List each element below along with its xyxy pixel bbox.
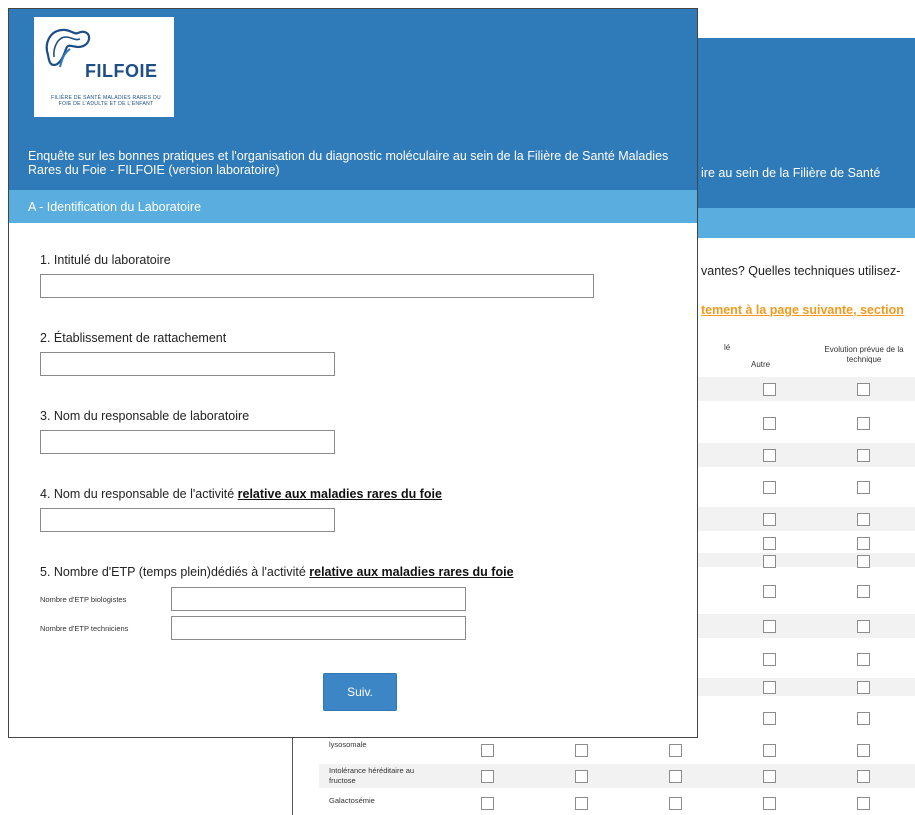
table-row-label: Intolérance héréditaire au fructose <box>329 766 415 785</box>
back-header-title: ire au sein de la Filière de Santé <box>701 166 881 180</box>
table-checkbox[interactable] <box>763 449 776 462</box>
question-4-label-text: 4. Nom du responsable de l'activité <box>40 487 238 501</box>
back-instruction-link[interactable]: tement à la page suivante, section <box>701 303 904 317</box>
section-bar: A - Identification du Laboratoire <box>9 190 697 223</box>
back-column-header-partial: lé <box>724 343 731 352</box>
filfoie-logo: FILFOIE FILIÈRE DE SANTÉ MALADIES RARES … <box>34 17 174 117</box>
table-checkbox[interactable] <box>763 383 776 396</box>
table-checkbox[interactable] <box>763 585 776 598</box>
back-question-text: vantes? Quelles techniques utilisez- <box>701 264 901 278</box>
back-column-header-evolution: Evolution prévue de la technique <box>824 345 904 364</box>
table-checkbox[interactable] <box>763 681 776 694</box>
laboratory-name-input[interactable] <box>40 274 594 298</box>
table-checkbox[interactable] <box>857 383 870 396</box>
question-5-emphasis: relative aux maladies rares du foie <box>309 565 514 579</box>
question-1-label: 1. Intitulé du laboratoire <box>40 253 171 267</box>
establishment-input[interactable] <box>40 352 335 376</box>
table-checkbox[interactable] <box>857 417 870 430</box>
table-checkbox[interactable] <box>763 653 776 666</box>
table-checkbox[interactable] <box>763 513 776 526</box>
table-checkbox[interactable] <box>857 712 870 725</box>
activity-manager-input[interactable] <box>40 508 335 532</box>
table-checkbox[interactable] <box>857 537 870 550</box>
table-checkbox[interactable] <box>763 417 776 430</box>
table-checkbox[interactable] <box>669 744 682 757</box>
table-checkbox[interactable] <box>669 797 682 810</box>
table-checkbox[interactable] <box>857 449 870 462</box>
table-checkbox[interactable] <box>763 744 776 757</box>
table-checkbox[interactable] <box>481 744 494 757</box>
table-checkbox[interactable] <box>857 744 870 757</box>
table-checkbox[interactable] <box>763 555 776 568</box>
etp-biologists-input[interactable] <box>171 587 466 611</box>
question-4-emphasis: relative aux maladies rares du foie <box>237 487 442 501</box>
logo-subtitle: FILIÈRE DE SANTÉ MALADIES RARES DU FOIE … <box>51 95 161 108</box>
table-checkbox[interactable] <box>481 797 494 810</box>
back-column-header-autre: Autre <box>751 360 771 369</box>
question-2-label: 2. Établissement de rattachement <box>40 331 227 345</box>
table-row-label: Galactosémie <box>329 796 375 805</box>
table-checkbox[interactable] <box>857 513 870 526</box>
etp-biologists-label: Nombre d'ETP biologistes <box>40 595 127 604</box>
table-checkbox[interactable] <box>575 744 588 757</box>
table-checkbox[interactable] <box>857 797 870 810</box>
question-4-label: 4. Nom du responsable de l'activité rela… <box>40 487 442 501</box>
lab-manager-input[interactable] <box>40 430 335 454</box>
table-checkbox[interactable] <box>857 770 870 783</box>
question-5-label: 5. Nombre d'ETP (temps plein)dédiés à l'… <box>40 565 514 579</box>
table-checkbox[interactable] <box>763 481 776 494</box>
table-checkbox[interactable] <box>481 770 494 783</box>
table-checkbox[interactable] <box>575 797 588 810</box>
table-checkbox[interactable] <box>857 585 870 598</box>
etp-technicians-input[interactable] <box>171 616 466 640</box>
table-checkbox[interactable] <box>763 620 776 633</box>
table-checkbox[interactable] <box>857 555 870 568</box>
table-checkbox[interactable] <box>763 770 776 783</box>
table-checkbox[interactable] <box>575 770 588 783</box>
table-checkbox[interactable] <box>763 537 776 550</box>
table-checkbox[interactable] <box>857 653 870 666</box>
survey-page: FILFOIE FILIÈRE DE SANTÉ MALADIES RARES … <box>8 8 698 738</box>
logo-wordmark: FILFOIE <box>85 61 158 81</box>
survey-header: FILFOIE FILIÈRE DE SANTÉ MALADIES RARES … <box>9 9 697 190</box>
section-title: A - Identification du Laboratoire <box>28 200 202 214</box>
question-3-label: 3. Nom du responsable de laboratoire <box>40 409 250 423</box>
next-button[interactable]: Suiv. <box>323 673 397 711</box>
survey-title: Enquête sur les bonnes pratiques et l'or… <box>28 149 669 177</box>
question-5-label-text: 5. Nombre d'ETP (temps plein)dédiés à l'… <box>40 565 310 579</box>
table-checkbox[interactable] <box>857 681 870 694</box>
table-checkbox[interactable] <box>857 620 870 633</box>
etp-technicians-label: Nombre d'ETP techniciens <box>40 624 129 633</box>
table-checkbox[interactable] <box>763 712 776 725</box>
table-row-label: lysosomale <box>329 740 367 749</box>
table-checkbox[interactable] <box>857 481 870 494</box>
table-checkbox[interactable] <box>763 797 776 810</box>
table-checkbox[interactable] <box>669 770 682 783</box>
